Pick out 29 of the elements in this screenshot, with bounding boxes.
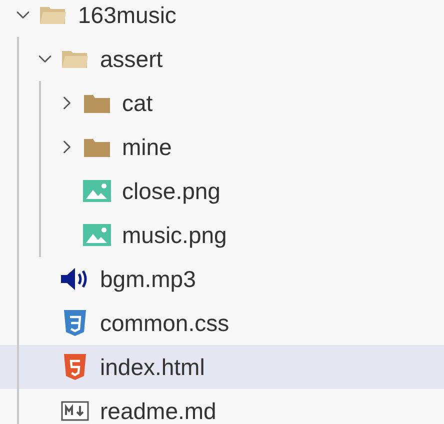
file-name: 163music <box>78 2 176 28</box>
tree-item[interactable]: 163music <box>0 0 444 37</box>
file-name: index.html <box>100 354 205 380</box>
image-icon <box>83 224 111 246</box>
tree-item[interactable]: assert <box>0 37 444 81</box>
tree-item[interactable]: cat <box>0 81 444 125</box>
tree-item[interactable]: mine <box>0 125 444 169</box>
file-name: mine <box>122 134 172 160</box>
html-shield-icon <box>63 353 87 381</box>
tree-item[interactable]: music.png <box>0 213 444 257</box>
file-name: common.css <box>100 310 230 336</box>
folder-icon <box>61 48 89 70</box>
css-shield-icon <box>63 309 87 337</box>
file-name: cat <box>122 90 153 116</box>
file-name: bgm.mp3 <box>100 266 196 292</box>
tree-item[interactable]: common.css <box>0 301 444 345</box>
tree-item[interactable]: bgm.mp3 <box>0 257 444 301</box>
tree-item[interactable]: close.png <box>0 169 444 213</box>
image-icon <box>83 180 111 202</box>
tree-item[interactable]: readme.md <box>0 389 444 424</box>
folder-icon <box>83 136 111 158</box>
tree-item[interactable]: index.html <box>0 345 444 389</box>
folder-icon <box>39 4 67 26</box>
file-name: music.png <box>122 222 227 248</box>
file-name: assert <box>100 46 163 72</box>
file-name: close.png <box>122 178 220 204</box>
markdown-icon <box>61 401 89 421</box>
file-name: readme.md <box>100 398 216 424</box>
folder-icon <box>83 92 111 114</box>
